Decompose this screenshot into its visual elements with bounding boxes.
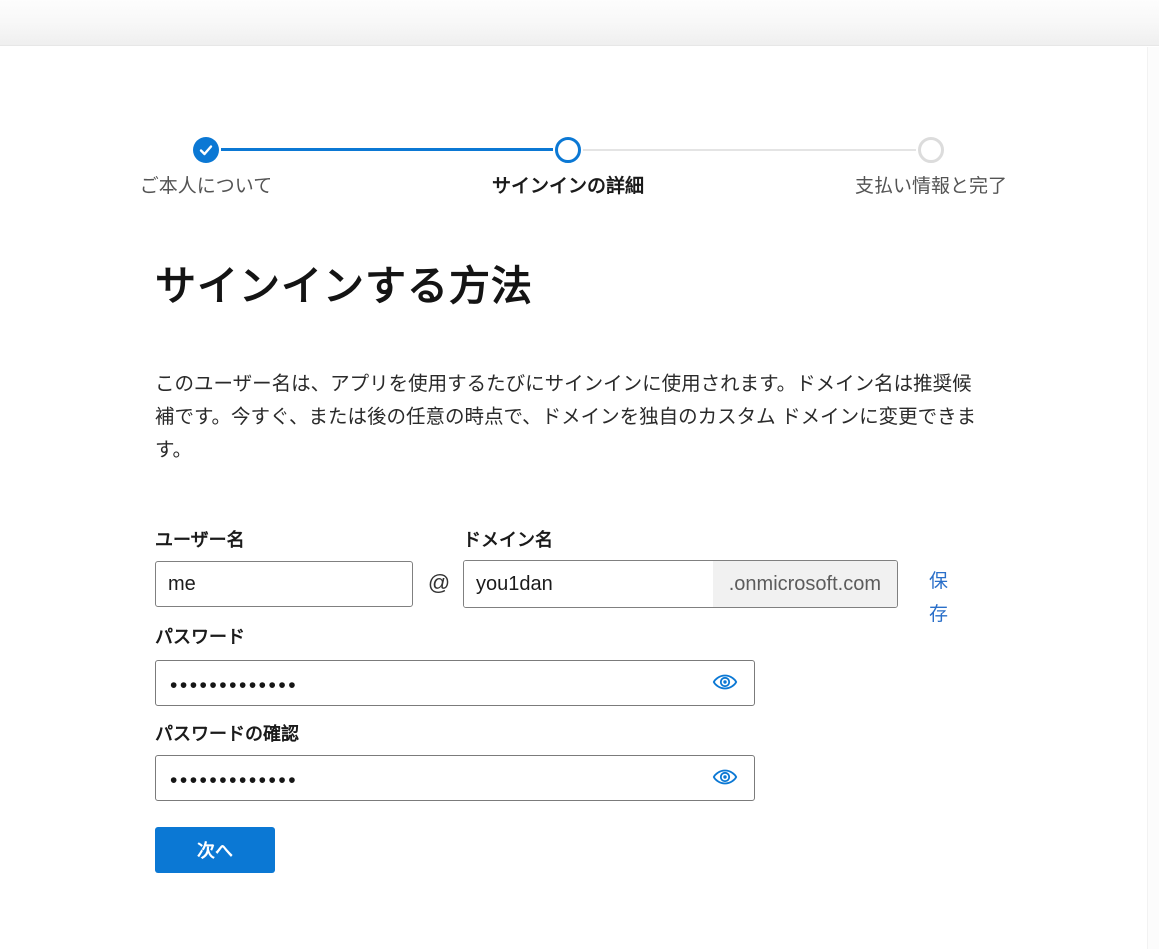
page-description: このユーザー名は、アプリを使用するたびにサインインに使用されます。ドメイン名は推…	[155, 373, 977, 461]
username-input[interactable]	[155, 561, 413, 607]
step-label-about-you: ご本人について	[139, 176, 273, 197]
password-masked-value: •••••••••••••	[170, 673, 299, 697]
scrollbar-track[interactable]	[1147, 47, 1159, 949]
page-title: サインインする方法	[155, 263, 533, 309]
step-label-signin-details: サインインの詳細	[491, 176, 644, 197]
domain-input[interactable]	[464, 561, 713, 607]
stepper-segment-pending	[583, 149, 916, 151]
step-2-indicator	[555, 137, 581, 163]
step-1-indicator	[193, 137, 219, 163]
eye-icon	[712, 671, 738, 696]
step-3-indicator	[918, 137, 944, 163]
confirm-password-input[interactable]: •••••••••••••	[155, 755, 755, 801]
step-label-payment-finish: 支払い情報と完了	[854, 176, 1007, 197]
save-link[interactable]: 保存	[929, 565, 953, 631]
password-input[interactable]: •••••••••••••	[155, 660, 755, 706]
stepper-segment-complete	[221, 148, 553, 151]
domain-label: ドメイン名	[463, 530, 553, 550]
next-button[interactable]: 次へ	[155, 827, 275, 873]
confirm-password-masked-value: •••••••••••••	[170, 768, 299, 792]
show-confirm-password-button[interactable]	[710, 765, 740, 791]
show-password-button[interactable]	[710, 670, 740, 696]
username-label: ユーザー名	[155, 530, 245, 550]
eye-icon	[712, 766, 738, 791]
confirm-password-label: パスワードの確認	[155, 724, 299, 744]
domain-suffix: .onmicrosoft.com	[712, 561, 897, 607]
domain-input-group: .onmicrosoft.com	[463, 560, 898, 608]
password-label: パスワード	[155, 627, 245, 647]
at-separator: @	[427, 570, 451, 595]
top-chrome-strip	[0, 0, 1159, 46]
